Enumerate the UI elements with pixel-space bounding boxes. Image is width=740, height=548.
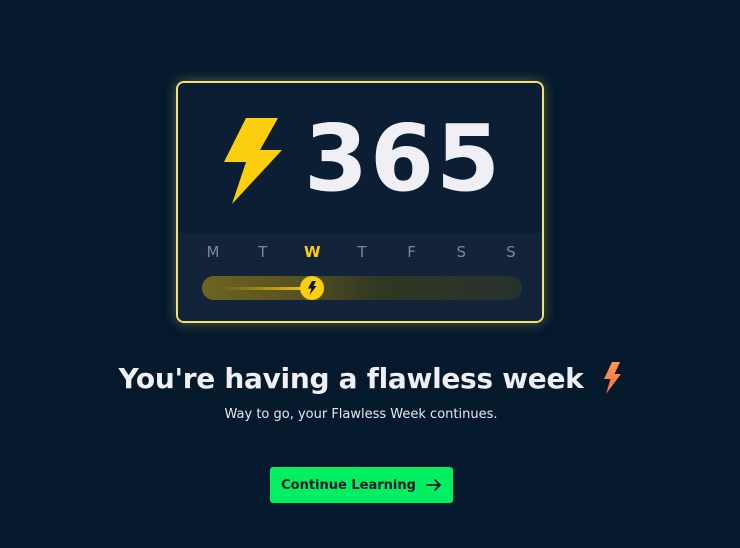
weekday-labels: MTWTFSS: [202, 243, 522, 261]
lightning-bolt-icon: [218, 116, 284, 206]
orange-lightning-icon: [602, 362, 622, 394]
headline-row: You're having a flawless week: [0, 358, 740, 398]
streak-count: 365: [303, 105, 503, 212]
day-label-friday: F: [407, 243, 416, 261]
day-label-monday: M: [206, 243, 220, 261]
streak-card: 365 M T W T F S S: [176, 81, 544, 323]
week-progress-track: [202, 276, 522, 300]
streak-display: 365: [178, 109, 542, 209]
day-label-tuesday: T: [258, 243, 268, 261]
headline: You're having a flawless week: [118, 361, 584, 395]
arrow-right-icon: [426, 478, 442, 492]
continue-learning-label: Continue Learning: [281, 477, 416, 493]
subtitle: Way to go, your Flawless Week continues.: [224, 407, 498, 422]
streak-page: 365 M T W T F S S You're having a flawless wee…: [0, 0, 740, 548]
day-label-saturday: S: [456, 243, 467, 261]
streak-card-header: 365: [178, 83, 542, 233]
day-label-thursday: T: [357, 243, 367, 261]
week-progress: MTWTFSS: [178, 233, 542, 321]
continue-learning-button[interactable]: Continue Learning: [270, 467, 453, 503]
week-progress-fill: [222, 287, 313, 290]
day-label-wednesday: W: [304, 243, 321, 261]
progress-knob: [300, 276, 325, 300]
knob-lightning-icon: [307, 281, 317, 295]
day-label-sunday: S: [506, 243, 516, 261]
